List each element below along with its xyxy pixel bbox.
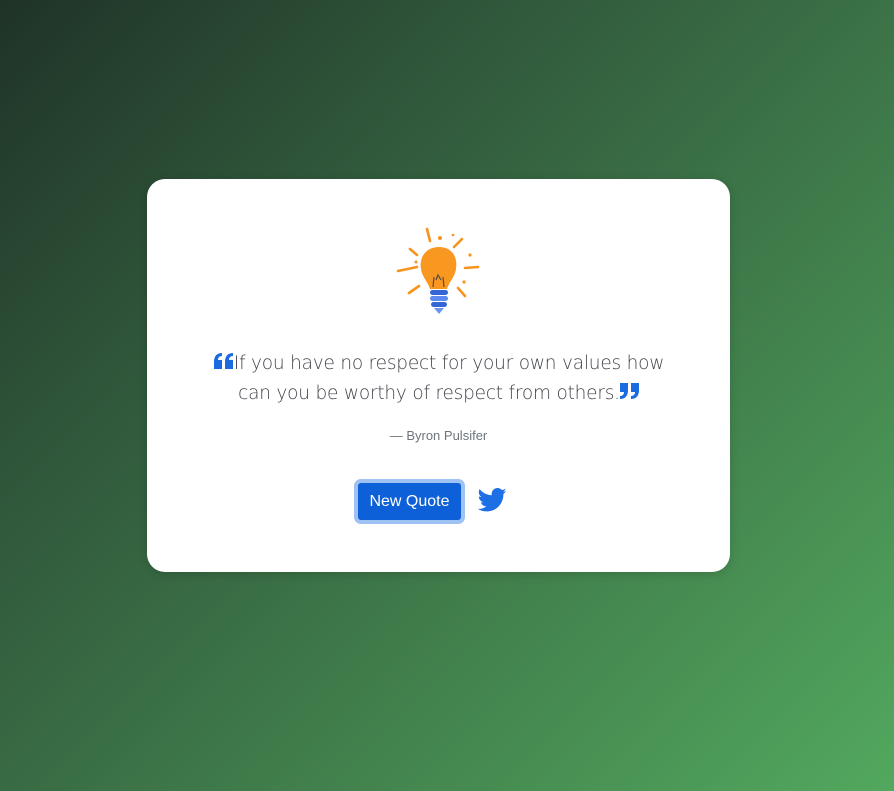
new-quote-button[interactable]: New Quote — [354, 479, 465, 524]
quote-card: If you have no respect for your own valu… — [147, 179, 730, 572]
quote-text: If you have no respect for your own valu… — [233, 353, 665, 404]
twitter-icon[interactable] — [477, 488, 507, 512]
quote-author: — Byron Pulsifer — [389, 428, 488, 443]
open-quote-icon — [213, 353, 233, 369]
lightbulb-icon — [396, 227, 480, 314]
close-quote-icon — [619, 383, 639, 399]
quote-text-block: If you have no respect for your own valu… — [197, 349, 681, 409]
